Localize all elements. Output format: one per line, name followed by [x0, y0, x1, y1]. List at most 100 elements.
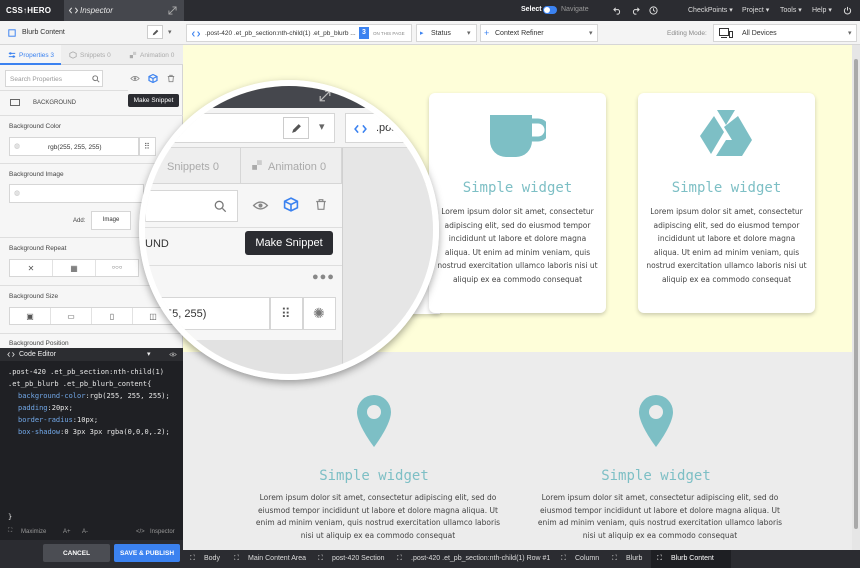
- inspector-tab-label: Inspector: [80, 6, 113, 15]
- preview-scrollbar[interactable]: [852, 45, 860, 550]
- code-brackets-icon: [354, 124, 367, 134]
- no-repeat-option[interactable]: ✕: [10, 260, 53, 276]
- selector-toolbar: Blurb Content ▾ .post-420 .et_pb_section…: [0, 21, 860, 45]
- zoomed-grid-button[interactable]: ⠿: [270, 297, 303, 330]
- trash-icon[interactable]: [315, 198, 327, 211]
- grid-icon: ⠿: [281, 306, 291, 321]
- breadcrumb-main-content[interactable]: Main Content Area: [248, 555, 306, 562]
- inspector-button[interactable]: Inspector: [150, 529, 175, 535]
- select-mode-label[interactable]: Select: [521, 6, 542, 13]
- breadcrumb-column[interactable]: Column: [575, 555, 599, 562]
- maximize-icon[interactable]: ⛶: [8, 528, 12, 535]
- zoomed-bg-color-value: 55, 255): [166, 308, 207, 320]
- cube-icon: [69, 51, 77, 59]
- navigate-mode-label[interactable]: Navigate: [561, 6, 589, 13]
- add-image-button[interactable]: Image: [91, 211, 131, 230]
- font-decrease-button[interactable]: A-: [82, 529, 88, 535]
- size-contain-option[interactable]: ▯: [92, 308, 133, 324]
- element-dropdown-chevron[interactable]: ▾: [168, 28, 172, 36]
- zoomed-make-snippet-tooltip: Make Snippet: [245, 231, 333, 255]
- menu-project[interactable]: Project ▾: [742, 6, 769, 14]
- size-cover-option[interactable]: ▭: [51, 308, 92, 324]
- tab-animation[interactable]: Animation 0: [123, 45, 183, 65]
- code-editor[interactable]: Code Editor ▾ .post-420 .et_pb_section:n…: [0, 348, 183, 540]
- zoomed-search-input[interactable]: [145, 190, 238, 222]
- eye-icon[interactable]: [252, 200, 269, 211]
- code-icon: [69, 7, 78, 14]
- breadcrumb-section[interactable]: post-420 Section: [332, 555, 385, 562]
- zoomed-tab-snippets[interactable]: Snippets 0: [167, 161, 219, 173]
- eye-icon[interactable]: [130, 75, 140, 82]
- scrollbar-thumb[interactable]: [854, 59, 858, 529]
- map-pin-icon: [357, 395, 391, 447]
- pencil-icon: [292, 124, 301, 133]
- selector-path-field[interactable]: .post-420 .et_pb_section:nth-child(1) .e…: [186, 24, 412, 42]
- tab-snippets-label: Snippets 0: [80, 52, 111, 59]
- context-refiner-dropdown[interactable]: + Context Refiner ▾: [480, 24, 598, 42]
- make-snippet-cube-icon[interactable]: [283, 196, 299, 213]
- breadcrumb-row[interactable]: .post-420 .et_pb_section:nth-child(1) Ro…: [411, 555, 550, 562]
- chevron-down-icon: ▾: [589, 30, 593, 37]
- chevron-down-icon: ▾: [848, 30, 852, 37]
- tab-animation-label: Animation 0: [140, 52, 175, 59]
- tab-snippets[interactable]: Snippets 0: [62, 45, 122, 65]
- undo-icon[interactable]: [613, 6, 622, 15]
- zoomed-bg-color-input[interactable]: 55, 255): [145, 297, 270, 330]
- animation-icon: [252, 160, 262, 170]
- size-auto-option[interactable]: ▣: [10, 308, 51, 324]
- breadcrumb-body[interactable]: Body: [204, 555, 220, 562]
- more-options-icon[interactable]: ●●●: [312, 271, 335, 283]
- search-icon[interactable]: [92, 75, 100, 83]
- redo-icon[interactable]: [631, 6, 640, 15]
- on-page-label: ON THIS PAGE: [373, 31, 405, 36]
- zoomed-loader-button[interactable]: ✺: [303, 297, 336, 330]
- power-icon[interactable]: [843, 6, 852, 15]
- coffee-cup-icon: [490, 115, 546, 157]
- breadcrumb-blurb-content[interactable]: Blurb Content: [671, 555, 714, 562]
- expand-icon[interactable]: [319, 90, 331, 102]
- editing-mode-label: Editing Mode:: [667, 30, 707, 37]
- zoomed-tab-animation[interactable]: Animation 0: [268, 161, 326, 173]
- menu-help[interactable]: Help ▾: [812, 6, 832, 14]
- loader-icon: ✺: [313, 305, 325, 321]
- code-icon: [7, 352, 15, 357]
- bg-color-value: rgb(255, 255, 255): [48, 144, 102, 151]
- inspector-tab[interactable]: Inspector: [64, 0, 184, 21]
- status-dropdown[interactable]: ▸ Status ▾: [416, 24, 477, 42]
- search-icon[interactable]: [214, 200, 227, 213]
- code-editor-title: Code Editor: [19, 351, 56, 358]
- tab-properties[interactable]: Properties 3: [0, 45, 61, 65]
- widget-title: Simple widget: [671, 180, 782, 196]
- menu-checkpoints[interactable]: CheckPoints ▾: [688, 6, 733, 14]
- tab-properties-label: Properties 3: [19, 52, 55, 59]
- element-selector[interactable]: Blurb Content ▾: [4, 24, 178, 42]
- breadcrumb-blurb[interactable]: Blurb: [626, 555, 642, 562]
- sliders-icon: [8, 52, 16, 58]
- cancel-button[interactable]: CANCEL: [43, 544, 110, 562]
- widget-title: Simple widget: [462, 180, 573, 196]
- add-label: Add:: [73, 218, 86, 224]
- menu-tools[interactable]: Tools ▾: [780, 6, 802, 14]
- edit-element-button[interactable]: [147, 25, 163, 39]
- save-publish-button[interactable]: SAVE & PUBLISH: [114, 544, 180, 562]
- bg-image-input[interactable]: ◍: [9, 184, 144, 203]
- trash-icon[interactable]: [167, 74, 175, 83]
- zoomed-group-label: UND: [145, 238, 169, 250]
- element-box-icon: [8, 29, 16, 37]
- expand-icon[interactable]: [168, 6, 177, 15]
- search-properties-input[interactable]: Search Properties: [5, 70, 103, 87]
- plus-icon: +: [484, 28, 490, 38]
- chevron-down-icon: ▾: [319, 121, 325, 133]
- zoomed-edit-button[interactable]: [283, 117, 309, 139]
- bg-color-input[interactable]: ◍ rgb(255, 255, 255): [9, 137, 139, 156]
- mode-toggle[interactable]: [543, 6, 557, 14]
- zoomed-selector-path[interactable]: .post-: [345, 113, 433, 143]
- repeat-x-option[interactable]: ○○○: [96, 260, 138, 276]
- device-selector[interactable]: All Devices ▾: [713, 24, 857, 42]
- font-increase-button[interactable]: A+: [63, 529, 71, 535]
- repeat-option[interactable]: ▦: [53, 260, 96, 276]
- history-icon[interactable]: [649, 6, 658, 15]
- bg-position-label: Background Position: [9, 340, 69, 347]
- maximize-button[interactable]: Maximize: [21, 529, 46, 535]
- make-snippet-cube-icon[interactable]: [148, 73, 158, 84]
